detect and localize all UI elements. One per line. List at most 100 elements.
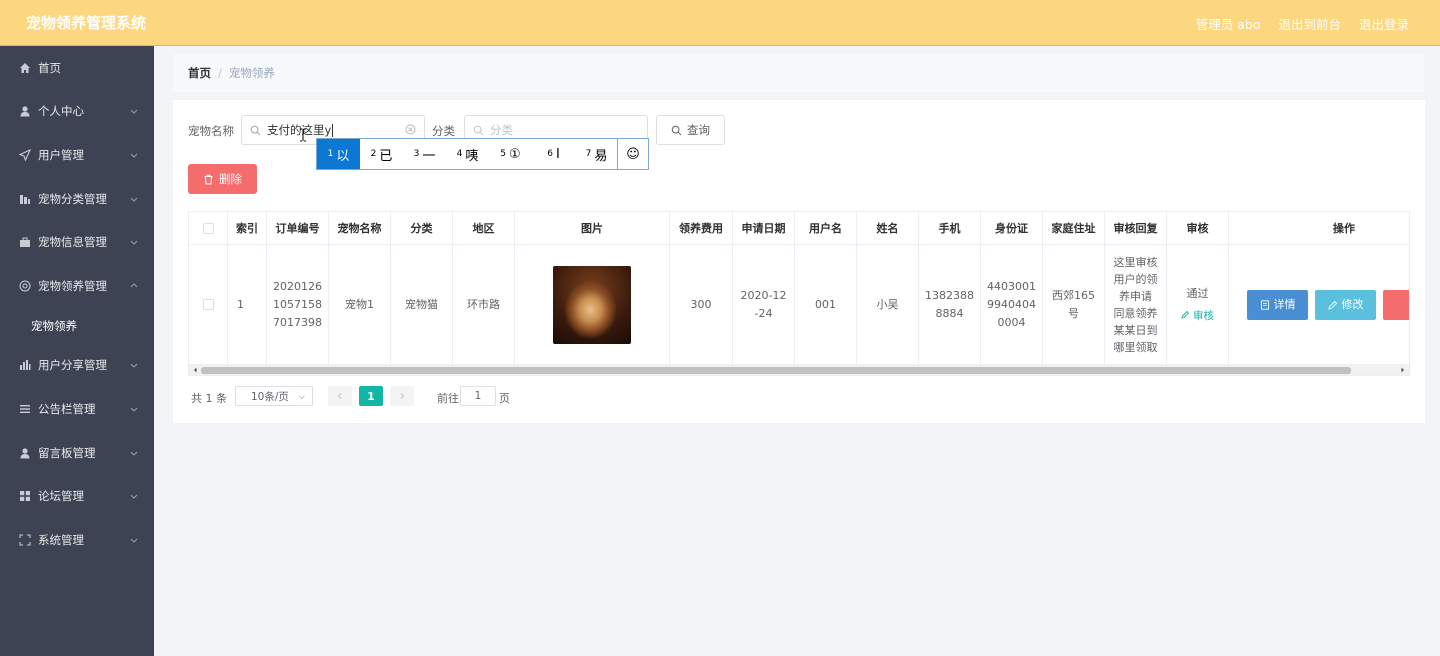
goto-prefix: 前往 [437,392,459,405]
breadcrumb: 首页 / 宠物领养 [173,54,1424,92]
sidebar-item-label: 宠物分类管理 [38,191,107,206]
trash-icon [1409,300,1411,310]
logout-link[interactable]: 退出登录 [1359,14,1409,33]
query-button[interactable]: 查询 [656,115,725,145]
chevron-down-icon [130,407,138,412]
ime-candidate-number: 4 [456,149,463,159]
ime-candidate[interactable]: 1以 [317,139,360,169]
query-button-label: 查询 [687,123,710,137]
chevron-down-icon [130,494,138,499]
audit-link[interactable]: 审核 [1181,307,1214,325]
scrollbar-thumb[interactable] [201,367,1351,374]
cell-category: 宠物猫 [391,245,453,364]
audit-status: 通过 [1186,286,1209,300]
sidebar-item-label: 公告栏管理 [38,401,96,416]
goto-page-input[interactable]: 1 [460,386,496,406]
sidebar-item-users[interactable]: 用户管理 [0,133,154,177]
ime-candidate-number: 3 [413,149,420,159]
ime-candidate[interactable]: 3一 [403,139,446,169]
text-caret [332,123,334,137]
edit-button-label: 修改 [1341,298,1364,311]
reply-line: 某某日到 [1113,323,1158,337]
sidebar-subitem-adoption[interactable]: 宠物领养 [0,308,154,344]
audit-link-label: 审核 [1193,309,1214,322]
cell-fee: 300 [670,245,733,364]
edit-button[interactable]: 修改 [1315,290,1376,320]
page-1-button[interactable]: 1 [359,386,383,406]
ime-candidate-text: 一 [422,148,436,164]
scroll-left-icon[interactable] [191,364,199,376]
sidebar-item-home[interactable]: 首页 [0,46,154,90]
cell-region: 环市路 [453,245,515,364]
bar-chart-icon [19,359,31,371]
cell-phone: 1382388 8884 [919,245,981,364]
cell-order-no: 2020126 1057158 7017398 [267,245,329,364]
ime-candidate-number: 1 [327,149,334,159]
sidebar-item-forum[interactable]: 论坛管理 [0,474,154,518]
id-line: 4403001 [987,279,1036,293]
ime-candidate[interactable]: 2已 [360,139,403,169]
sidebar-item-notice[interactable]: 公告栏管理 [0,387,154,431]
checkbox[interactable] [202,299,214,310]
top-bar-actions: 管理员 abo 退出到前台 退出登录 [1196,0,1409,46]
sidebar-item-pet-category[interactable]: 宠物分类管理 [0,177,154,221]
header-fee: 领养费用 [670,212,733,245]
front-link[interactable]: 退出到前台 [1278,14,1341,33]
reply-line: 用户的领 [1113,272,1158,286]
phone-line: 8884 [935,306,964,320]
user-icon [19,105,31,117]
id-line: 0004 [997,315,1026,329]
reply-line: 这里审核 [1113,255,1158,269]
ime-candidate-text: I [555,146,560,162]
chart-icon [19,193,31,205]
reply-line: 同意领养 [1113,306,1158,320]
sidebar-item-share[interactable]: 用户分享管理 [0,344,154,388]
emoji-icon[interactable]: ☺ [617,139,648,169]
ime-candidate-text: 易 [594,148,608,164]
header-id-card: 身份证 [981,212,1043,245]
ime-candidate[interactable]: 4咦 [446,139,489,169]
sidebar-item-system[interactable]: 系统管理 [0,518,154,562]
top-bar: 宠物领养管理系统 管理员 abo 退出到前台 退出登录 [0,0,1440,46]
prev-page-button[interactable] [328,386,352,406]
sidebar-item-pet-info[interactable]: 宠物信息管理 [0,220,154,264]
chevron-down-icon [130,153,138,158]
date-line: -24 [754,306,773,320]
sidebar-item-label: 个人中心 [38,104,84,119]
cell-reply: 这里审核 用户的领 养申请 同意领养 某某日到 哪里领取 [1105,245,1167,364]
order-no-line: 2020126 [273,279,322,293]
detail-button[interactable]: 详情 [1247,290,1308,320]
ime-candidate[interactable]: 5① [489,139,532,169]
ime-candidate-number: 7 [585,149,592,159]
scroll-right-icon[interactable] [1399,364,1407,376]
order-no-line: 1057158 [273,297,322,311]
next-page-button[interactable] [390,386,414,406]
address-line: 号 [1068,306,1079,320]
trash-icon [204,174,213,184]
chevron-down-icon [130,240,138,245]
page-size-select[interactable]: 10条/页 [235,386,313,406]
header-name: 姓名 [857,212,919,245]
checkbox[interactable] [202,222,214,234]
breadcrumb-home[interactable]: 首页 [188,65,211,81]
sidebar-item-adoption[interactable]: 宠物领养管理 [0,264,154,308]
ime-candidate[interactable]: 6I [532,139,575,169]
horizontal-scrollbar[interactable] [189,364,1409,376]
delete-button[interactable]: 删除 [188,164,257,194]
adoption-table: 索引 订单编号 宠物名称 分类 地区 图片 领养费用 申请日期 用户名 姓名 手… [188,211,1410,376]
sidebar-item-profile[interactable]: 个人中心 [0,90,154,134]
delete-row-button[interactable] [1383,290,1411,320]
ime-candidate[interactable]: 7易 [575,139,618,169]
row-select[interactable] [189,245,228,364]
header-select-all[interactable] [189,212,228,245]
breadcrumb-current: 宠物领养 [228,66,275,80]
goto-page-value: 1 [474,390,482,402]
clear-icon[interactable] [405,124,416,135]
sidebar: 首页 个人中心 用户管理 宠物分类管理 宠物信息管理 宠物领养管理 宠物领养 用… [0,46,154,656]
sidebar-item-messages[interactable]: 留言板管理 [0,431,154,475]
globe-icon [19,280,31,292]
category-placeholder: 分类 [490,123,513,137]
page-size-value: 10条/页 [251,390,289,403]
delete-button-label: 删除 [219,172,242,186]
cell-pet-name: 宠物1 [329,245,391,364]
